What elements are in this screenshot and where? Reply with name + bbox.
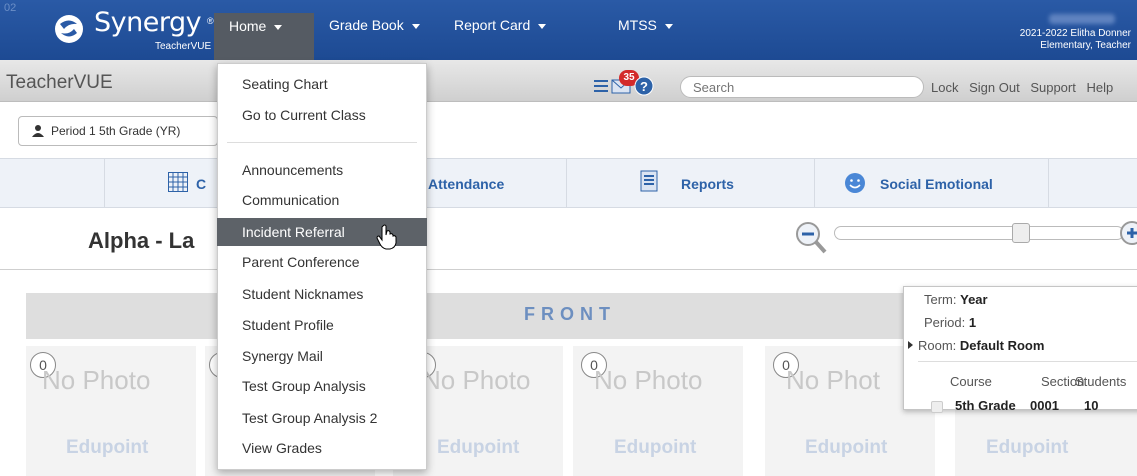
- col-students: Students: [1075, 374, 1127, 389]
- tab-c-label: C: [196, 176, 207, 192]
- seat-photo-placeholder: No Photo: [594, 365, 703, 395]
- nav-report-card[interactable]: Report Card: [439, 12, 589, 60]
- period-info-label: Period:: [924, 315, 966, 330]
- search-input[interactable]: [680, 76, 924, 98]
- nav-report-card-label: Report Card: [454, 17, 531, 33]
- menu-divider: [227, 142, 417, 143]
- nav-grade-book-label: Grade Book: [329, 17, 404, 33]
- zoom-out-icon[interactable]: [795, 221, 827, 255]
- course-value: 5th Grade: [955, 398, 1016, 413]
- zoom-slider-thumb[interactable]: [1012, 223, 1030, 243]
- menu-item-student-nicknames[interactable]: Student Nicknames: [217, 280, 427, 308]
- user-name-blurred: [1049, 14, 1115, 24]
- popup-divider: [918, 361, 1137, 362]
- corner-number: 02: [4, 2, 17, 14]
- seat-photo-placeholder: No Photo: [422, 365, 531, 395]
- svg-text:?: ?: [640, 79, 648, 94]
- chevron-down-icon: [274, 24, 283, 30]
- reports-icon: [640, 170, 658, 192]
- term-value: Year: [960, 292, 988, 307]
- edupoint-logo: Edupoint: [437, 437, 520, 458]
- synergy-logo[interactable]: Synergy ® TeacherVUE: [50, 7, 220, 52]
- menu-item-parent-conference[interactable]: Parent Conference: [217, 248, 427, 276]
- help-icon[interactable]: ?: [634, 76, 654, 96]
- person-icon: [32, 125, 44, 137]
- menu-item-test-group-analysis[interactable]: Test Group Analysis: [217, 372, 427, 400]
- expand-arrow-icon[interactable]: [908, 341, 913, 349]
- app-title: TeacherVUE: [6, 72, 113, 93]
- edupoint-logo: Edupoint: [614, 437, 697, 458]
- divider: [0, 269, 1137, 270]
- tab-reports-label: Reports: [681, 176, 734, 192]
- tab-divider: [1048, 158, 1137, 208]
- room-row: Room: Default Room: [918, 338, 1044, 353]
- menu-item-student-profile[interactable]: Student Profile: [217, 311, 427, 339]
- tab-attendance-label: Attendance: [428, 176, 505, 192]
- help-link[interactable]: Help: [1086, 80, 1113, 95]
- nav-mtss[interactable]: MTSS: [603, 12, 703, 60]
- section-value: 0001: [1030, 398, 1059, 413]
- edupoint-logo: Edupoint: [805, 437, 888, 458]
- lock-link[interactable]: Lock: [931, 80, 958, 95]
- user-year-name: 2021-2022 Elitha Donner: [1019, 28, 1131, 39]
- menu-item-view-grades[interactable]: View Grades: [217, 434, 427, 462]
- nav-grade-book[interactable]: Grade Book: [314, 12, 438, 60]
- list-icon[interactable]: [594, 80, 608, 92]
- menu-item-communication[interactable]: Communication: [217, 186, 427, 214]
- course-checkbox[interactable]: [931, 401, 943, 413]
- term-label: Term:: [924, 292, 957, 307]
- page-title: Alpha - La: [88, 228, 195, 253]
- smiley-icon: [845, 173, 865, 193]
- edupoint-logo: Edupoint: [66, 437, 149, 458]
- front-label: FRONT: [524, 304, 616, 324]
- zoom-in-icon[interactable]: [1120, 221, 1137, 247]
- menu-item-announcements[interactable]: Announcements: [217, 156, 427, 184]
- period-value: 1: [968, 315, 977, 330]
- period-selector[interactable]: Period 1 5th Grade (YR): [18, 116, 218, 146]
- sign-out-link[interactable]: Sign Out: [969, 80, 1020, 95]
- chevron-down-icon: [664, 23, 673, 29]
- seat-photo-placeholder: No Photo: [42, 365, 151, 395]
- students-value: 10: [1084, 398, 1099, 413]
- user-school-role: Elementary, Teacher: [1040, 40, 1131, 51]
- grid-icon: [168, 172, 188, 192]
- nav-home[interactable]: Home: [214, 13, 314, 61]
- hand-cursor-icon: [376, 224, 397, 250]
- brand-subtitle: TeacherVUE: [155, 41, 212, 52]
- room-value: Default Room: [959, 338, 1045, 353]
- room-label: Room:: [918, 338, 957, 353]
- brand-name: Synergy: [94, 7, 202, 38]
- nav-mtss-label: MTSS: [618, 17, 657, 33]
- menu-item-synergy-mail[interactable]: Synergy Mail: [217, 342, 427, 370]
- period-label: Period 1 5th Grade (YR): [51, 124, 181, 138]
- seat-photo-placeholder: No Phot: [786, 365, 880, 395]
- nav-home-label: Home: [229, 18, 267, 34]
- chevron-down-icon: [538, 23, 547, 29]
- menu-item-test-group-analysis-2[interactable]: Test Group Analysis 2: [217, 404, 427, 432]
- tab-social-emotional-label: Social Emotional: [880, 176, 993, 192]
- edupoint-logo: Edupoint: [986, 437, 1069, 458]
- term-row: Term: Year: [924, 292, 988, 307]
- brand-trademark: ®: [207, 16, 214, 26]
- menu-item-go-to-current-class[interactable]: Go to Current Class: [217, 101, 427, 129]
- header-links: Lock Sign Out Support Help: [931, 80, 1120, 95]
- chevron-down-icon: [411, 23, 420, 29]
- zoom-slider[interactable]: [834, 226, 1124, 240]
- synergy-logo-icon: [55, 15, 83, 43]
- period-row: Period: 1: [924, 315, 976, 330]
- user-info: 2021-2022 Elitha Donner Elementary, Teac…: [1020, 28, 1131, 52]
- col-course: Course: [950, 374, 992, 389]
- support-link[interactable]: Support: [1030, 80, 1076, 95]
- menu-item-seating-chart[interactable]: Seating Chart: [217, 70, 427, 98]
